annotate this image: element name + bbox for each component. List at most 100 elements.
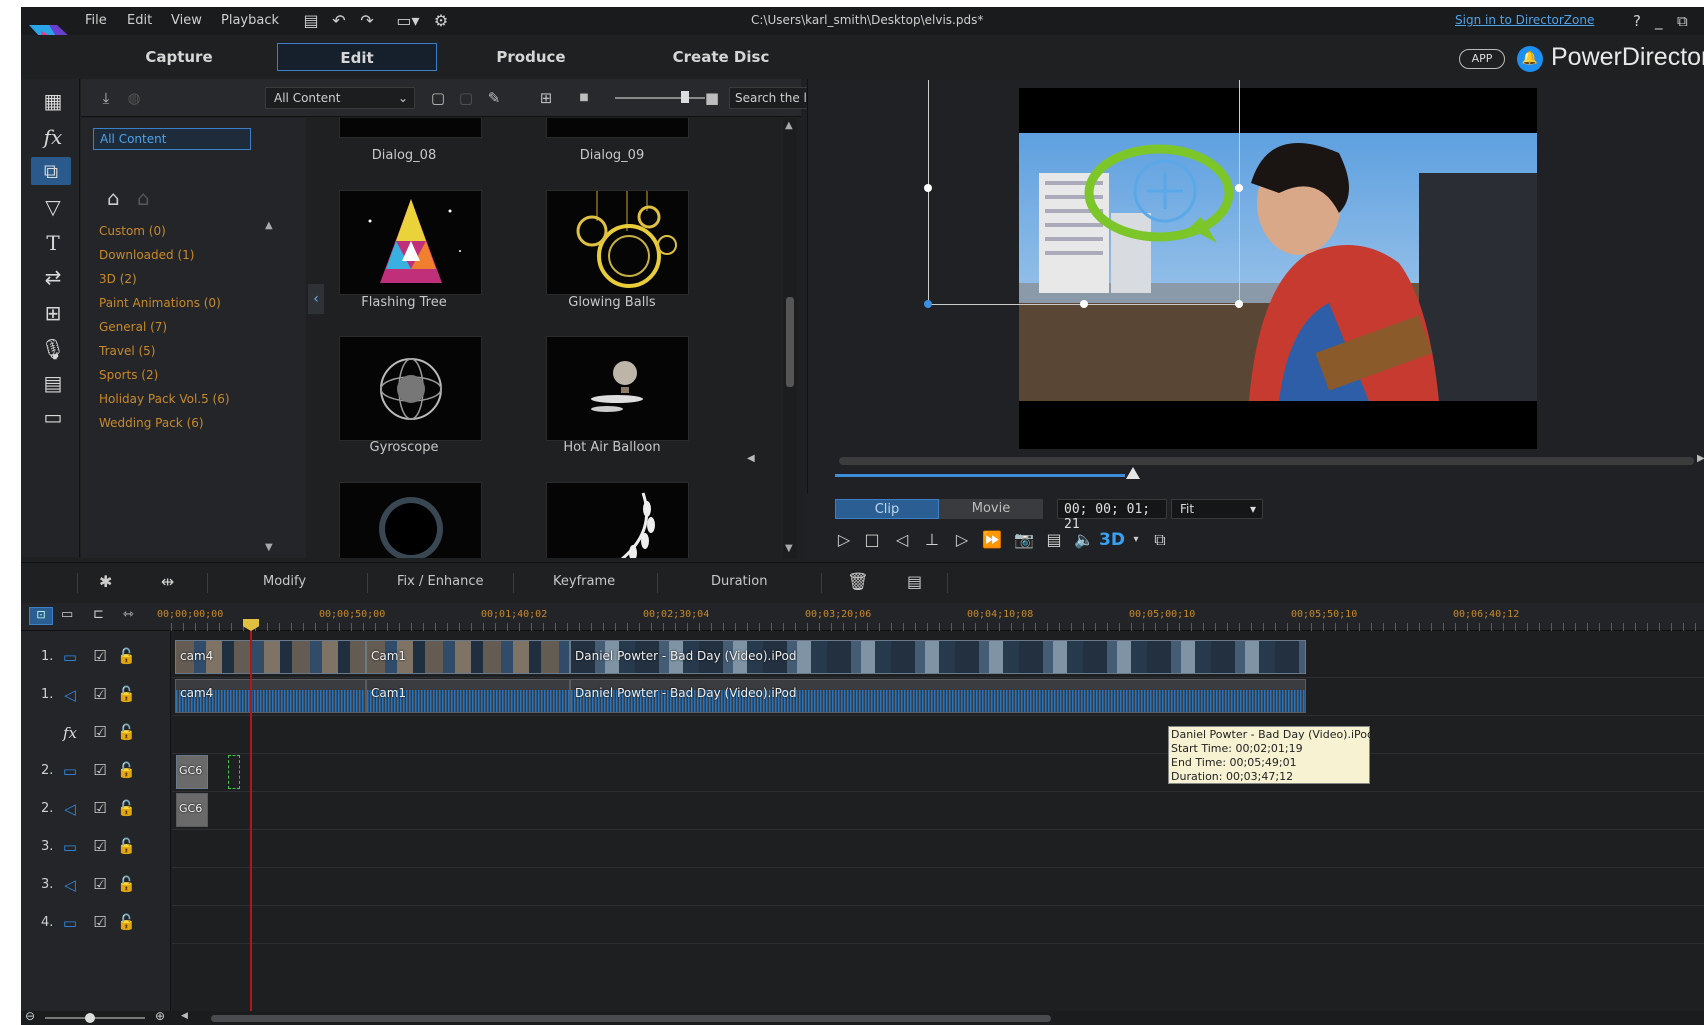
new-template-icon[interactable]: ▢: [427, 88, 449, 108]
resize-handle[interactable]: [1235, 184, 1243, 192]
volume-icon[interactable]: 🔈: [1071, 529, 1097, 551]
track-enable-checkbox[interactable]: ☑: [91, 875, 109, 893]
download-icon[interactable]: ◍: [123, 88, 145, 108]
audio-clip[interactable]: Daniel Powter - Bad Day (Video).iPod: [570, 679, 1306, 713]
movie-mode-tab[interactable]: Movie: [939, 499, 1043, 519]
category-item[interactable]: Custom (0): [99, 224, 166, 238]
timeline-zoom-knob[interactable]: [85, 1013, 95, 1023]
previous-frame-icon[interactable]: ◁: [889, 529, 915, 551]
audio-clip[interactable]: Cam1: [366, 679, 570, 713]
thumb-eclipse[interactable]: [339, 482, 482, 558]
thumb-dialog-09[interactable]: [546, 118, 689, 138]
resize-handle[interactable]: [924, 184, 932, 192]
settings-gear-icon[interactable]: ⚙: [431, 11, 451, 31]
app-badge[interactable]: APP: [1459, 49, 1505, 69]
remove-tag-icon[interactable]: ⌂: [137, 186, 150, 210]
category-scroll-down-icon[interactable]: ▼: [265, 542, 273, 553]
zoom-out-icon[interactable]: ⊖: [25, 1009, 35, 1023]
preview-video-frame[interactable]: [1019, 88, 1537, 449]
sign-in-link[interactable]: Sign in to DirectorZone: [1455, 13, 1594, 27]
track-enable-checkbox[interactable]: ☑: [91, 685, 109, 703]
category-item[interactable]: Holiday Pack Vol.5 (6): [99, 392, 230, 406]
thumb-hot-air-balloon[interactable]: [546, 336, 689, 441]
lock-icon[interactable]: 🔓: [117, 798, 136, 818]
thumb-glowing-balls[interactable]: [546, 190, 689, 295]
chapter-room-icon[interactable]: ▤: [39, 369, 67, 397]
add-tag-icon[interactable]: ⌂: [107, 186, 120, 210]
audio-clip[interactable]: GC6: [176, 793, 208, 827]
zoom-fit-select[interactable]: Fit ▾: [1171, 499, 1263, 519]
thumbnail-size-knob[interactable]: [681, 91, 689, 103]
category-item[interactable]: 3D (2): [99, 272, 137, 286]
duration-button[interactable]: Duration: [711, 574, 767, 589]
scrub-right-arrow-icon[interactable]: ▶: [1697, 453, 1704, 464]
fix-enhance-button[interactable]: Fix / Enhance: [397, 574, 484, 589]
transition-room-icon[interactable]: ⇄: [39, 263, 67, 291]
modify-button[interactable]: Modify: [263, 574, 306, 589]
category-all-content[interactable]: All Content: [93, 128, 251, 150]
track-enable-checkbox[interactable]: ☑: [91, 837, 109, 855]
undock-preview-icon[interactable]: ⧉: [1147, 529, 1173, 551]
menu-edit[interactable]: Edit: [127, 13, 152, 28]
track-enable-checkbox[interactable]: ☑: [91, 761, 109, 779]
lock-icon[interactable]: 🔓: [117, 874, 136, 894]
menu-file[interactable]: File: [85, 13, 107, 28]
lock-icon[interactable]: 🔓: [117, 912, 136, 932]
thumb-gyroscope[interactable]: [339, 336, 482, 441]
timeline-ruler[interactable]: ⊡ ▭ ⊏ ⇿ 00;00;00;00 00;00;50;00 00;01;40…: [21, 603, 1704, 631]
resize-handle[interactable]: [1080, 300, 1088, 308]
resize-handle[interactable]: [1235, 300, 1243, 308]
category-item[interactable]: Downloaded (1): [99, 248, 194, 262]
magic-tools-icon[interactable]: ✱: [99, 572, 112, 591]
timeline-zoom-slider[interactable]: [45, 1017, 145, 1019]
menu-playback[interactable]: Playback: [221, 13, 279, 28]
title-clip[interactable]: [228, 755, 240, 789]
timecode-field[interactable]: 00; 00; 01; 21: [1057, 499, 1167, 532]
ripple-tools-icon[interactable]: ⇹: [161, 572, 174, 591]
track-enable-checkbox[interactable]: ☑: [91, 647, 109, 665]
tab-capture[interactable]: Capture: [99, 43, 259, 71]
playback-position-knob[interactable]: [1126, 467, 1140, 479]
track-enable-checkbox[interactable]: ☑: [91, 913, 109, 931]
track-enable-checkbox[interactable]: ☑: [91, 723, 109, 741]
play-icon[interactable]: ▷: [831, 529, 857, 551]
audio-mixing-room-icon[interactable]: ⊞: [39, 299, 67, 327]
split-clip-icon[interactable]: ⊥: [919, 529, 945, 551]
category-scroll-up-icon[interactable]: ▲: [265, 220, 273, 231]
collapse-panel-icon[interactable]: ‹: [308, 284, 324, 314]
menu-view[interactable]: View: [171, 13, 202, 28]
track-manager-icon[interactable]: ⊏: [93, 607, 104, 622]
lock-icon[interactable]: 🔓: [117, 646, 136, 666]
timeline-horizontal-scrollbar[interactable]: [211, 1015, 1051, 1022]
category-item[interactable]: Paint Animations (0): [99, 296, 221, 310]
storyboard-view-icon[interactable]: ▭: [61, 607, 73, 622]
minimize-button[interactable]: _: [1655, 12, 1663, 30]
3d-dropdown-icon[interactable]: ▾: [1123, 529, 1149, 551]
fit-timeline-icon[interactable]: ⇿: [123, 607, 134, 622]
thumb-scroll-up-icon[interactable]: ▲: [785, 120, 793, 131]
category-item[interactable]: Travel (5): [99, 344, 155, 358]
stop-icon[interactable]: □: [859, 529, 885, 551]
aspect-ratio-icon[interactable]: ▭▾: [391, 11, 425, 31]
copy-template-icon[interactable]: ▢: [455, 88, 477, 108]
lock-icon[interactable]: 🔓: [117, 836, 136, 856]
notification-bell-icon[interactable]: 🔔: [1517, 46, 1543, 72]
3d-mode-button[interactable]: 3D: [1099, 529, 1125, 551]
thumbnail-scroll-thumb[interactable]: [786, 297, 794, 387]
scroll-left-icon[interactable]: ◀: [181, 1011, 188, 1021]
tab-edit[interactable]: Edit: [277, 43, 437, 71]
tab-produce[interactable]: Produce: [451, 43, 611, 71]
title-room-icon[interactable]: T: [39, 229, 67, 257]
category-item[interactable]: Sports (2): [99, 368, 158, 382]
category-item[interactable]: General (7): [99, 320, 167, 334]
thumb-dialog-08[interactable]: [339, 118, 482, 138]
audio-clip[interactable]: cam4: [175, 679, 366, 713]
voice-over-mic-icon[interactable]: 🎙: [39, 335, 67, 363]
large-thumb-icon[interactable]: ■: [701, 88, 723, 108]
thumbnail-size-slider[interactable]: [615, 97, 705, 99]
media-room-icon[interactable]: ▦: [39, 87, 67, 115]
video-clip[interactable]: Cam1: [366, 640, 570, 674]
resize-handle[interactable]: [924, 300, 932, 308]
zoom-in-icon[interactable]: ⊕: [155, 1009, 165, 1023]
timeline-view-icon[interactable]: ⊡: [29, 607, 53, 625]
